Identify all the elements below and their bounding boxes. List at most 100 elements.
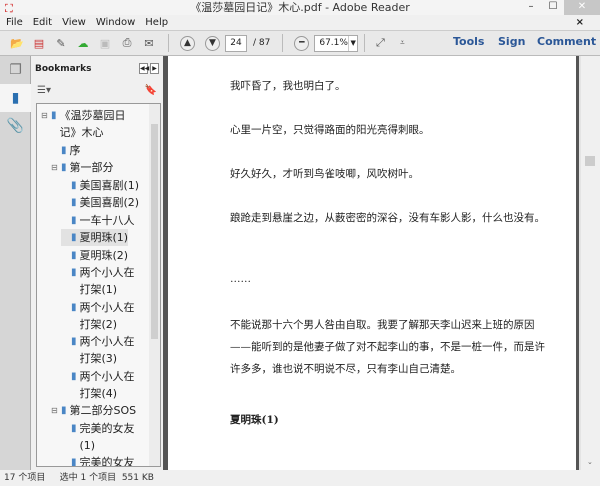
bookmark-label-line: 打架(1) bbox=[79, 283, 118, 296]
file-size: 551 KB bbox=[121, 473, 154, 483]
bookmarks-icon[interactable]: ▮ bbox=[0, 84, 31, 112]
bookmark-label: 完美的女友 (1) bbox=[80, 420, 135, 454]
expand-panel-icon[interactable]: ▶ bbox=[150, 63, 159, 74]
cloud-upload-icon[interactable]: ☁ bbox=[74, 34, 92, 52]
bookmark-item[interactable]: ▮ 序 bbox=[51, 142, 81, 159]
expand-toggle-icon bbox=[61, 229, 69, 246]
comment-button[interactable]: Comment bbox=[537, 35, 596, 48]
delete-bookmark-icon[interactable]: 🔖 bbox=[145, 85, 157, 96]
attachments-icon[interactable]: 📎 bbox=[0, 112, 31, 140]
menu-window[interactable]: Window bbox=[96, 15, 135, 30]
customize-toolbar-icon[interactable]: ⩡ bbox=[393, 34, 411, 52]
close-document-button[interactable]: × bbox=[576, 15, 584, 30]
bookmark-label-line: (1) bbox=[79, 438, 96, 452]
bookmark-label: 第一部分 bbox=[70, 159, 114, 176]
minimize-button[interactable]: – bbox=[520, 0, 542, 15]
page-number-input[interactable]: 24 bbox=[225, 34, 247, 52]
zoom-out-icon[interactable]: ━ bbox=[294, 35, 310, 51]
bookmark-item[interactable]: ▮ 两个小人在 打架(1) bbox=[61, 264, 135, 298]
navigation-pane: ❐ ▮ 📎 bbox=[0, 56, 31, 470]
pages-icon[interactable]: ❐ bbox=[0, 56, 31, 84]
title-bar: ⛶ 《温莎墓园日记》木心.pdf - Adobe Reader – ☐ ✕ bbox=[0, 0, 600, 15]
toolbar: 📂 ▤ ✎ ☁ ▣ ⎙ ✉ ▲ ▼ 24 / 87 ━ 67.1% ▼ ⤢ ⩡ T… bbox=[0, 30, 600, 56]
tools-button[interactable]: Tools bbox=[453, 35, 484, 48]
full-screen-icon[interactable]: ⤢ bbox=[371, 34, 389, 52]
menu-file[interactable]: File bbox=[6, 15, 23, 30]
bookmark-label-line: 两个小人在 bbox=[79, 369, 135, 383]
bookmark-item[interactable]: ⊟ ▮ 第二部分SOS bbox=[51, 402, 136, 419]
save-icon[interactable]: ▣ bbox=[96, 34, 114, 52]
bookmark-item[interactable]: ⊟ ▮ 第一部分 bbox=[51, 159, 114, 176]
edit-icon[interactable]: ✎ bbox=[52, 34, 70, 52]
bookmark-icon: ▮ bbox=[71, 197, 77, 208]
paragraph: 踉跄走到悬崖之边，从薮密密的深谷，没有车影人影，什么也没有。 bbox=[230, 212, 545, 224]
bookmark-item[interactable]: ▮ 美国喜剧(1) bbox=[61, 177, 139, 194]
bookmark-label-line: 打架(3) bbox=[79, 352, 118, 365]
bookmark-label: 《温莎墓园日 记》木心 bbox=[60, 107, 126, 141]
menu-view[interactable]: View bbox=[62, 15, 86, 30]
expand-toggle-icon bbox=[61, 212, 69, 229]
email-icon[interactable]: ✉ bbox=[140, 34, 158, 52]
maximize-button[interactable]: ☐ bbox=[542, 0, 564, 15]
expand-toggle-icon bbox=[61, 264, 69, 298]
paragraph: 好久好久，才听到鸟雀吱唧，风吹树叶。 bbox=[230, 168, 419, 180]
bookmark-icon: ▮ bbox=[71, 370, 77, 382]
bookmark-item[interactable]: ▮完美的女友(2) bbox=[61, 454, 135, 467]
bookmark-label-line: 序 bbox=[69, 143, 81, 157]
bookmark-label-line: 两个小人在 bbox=[79, 335, 135, 348]
bookmark-label-line: 打架(2) bbox=[79, 317, 118, 331]
expand-toggle-icon[interactable]: ⊟ bbox=[41, 107, 49, 141]
bookmark-item[interactable]: ▮ 夏明珠(1) bbox=[61, 229, 129, 246]
bookmark-label-line: 第一部分 bbox=[69, 161, 114, 174]
sign-button[interactable]: Sign bbox=[498, 35, 525, 48]
expand-toggle-icon bbox=[51, 142, 59, 159]
adobe-reader-icon: ⛶ bbox=[5, 2, 13, 15]
page-total: / 87 bbox=[253, 38, 271, 48]
bookmark-item[interactable]: ▮ 夏明珠(2) bbox=[61, 247, 128, 264]
open-icon[interactable]: 📂 bbox=[8, 34, 26, 52]
bookmark-item[interactable]: ▮ 两个小人在 打架(3) bbox=[61, 333, 135, 367]
close-button[interactable]: ✕ bbox=[564, 0, 600, 15]
bookmarks-panel: Bookmarks ◀◀ ▶ ☰▾ 🔖 ⊟ ▮ 《温莎墓园日 记》木心 ▮ 序 ⊟ ▮ 第一部分 ▮… bbox=[31, 56, 163, 470]
bookmark-item[interactable]: ▮ 两个小人在 打架(2) bbox=[61, 299, 135, 333]
options-menu-icon[interactable]: ☰▾ bbox=[37, 85, 51, 96]
bookmark-icon: ▮ bbox=[51, 110, 57, 121]
next-page-icon[interactable]: ▼ bbox=[205, 35, 220, 51]
bookmark-icon: ▮ bbox=[61, 144, 67, 156]
bookmark-item[interactable]: ▮ 两个小人在 打架(4) bbox=[61, 368, 135, 402]
expand-toggle-icon bbox=[61, 454, 69, 466]
expand-toggle-icon[interactable]: ⊟ bbox=[51, 402, 59, 419]
previous-page-icon[interactable]: ▲ bbox=[180, 35, 195, 51]
bookmark-icon: ▮ bbox=[71, 249, 77, 261]
menu-help[interactable]: Help bbox=[145, 15, 168, 30]
bookmark-label: 一车十八人 bbox=[80, 212, 135, 229]
paragraph: …… bbox=[230, 273, 251, 285]
paragraph: 不能说那十六个男人咎由自取。我要了解那天李山迟来上班的原因——能听到的是他妻子做… bbox=[230, 319, 545, 375]
expand-toggle-icon[interactable]: ⊟ bbox=[51, 159, 59, 176]
expand-toggle-icon bbox=[61, 368, 69, 402]
bookmark-item[interactable]: ▮ 一车十八人 bbox=[61, 212, 135, 229]
bookmark-tree: ⊟ ▮ 《温莎墓园日 记》木心 ▮ 序 ⊟ ▮ 第一部分 ▮ 美国喜剧(1) ▮ 美国喜剧(2) ▮ 一车十… bbox=[36, 103, 161, 467]
chevron-down-icon[interactable]: ▼ bbox=[347, 35, 357, 51]
scrollbar-thumb[interactable] bbox=[151, 124, 158, 339]
create-pdf-icon[interactable]: ▤ bbox=[30, 34, 48, 52]
bookmark-item[interactable]: ▮ 完美的女友 (1) bbox=[61, 420, 135, 454]
document-scrollbar[interactable]: ⌄ bbox=[581, 56, 600, 470]
print-icon[interactable]: ⎙ bbox=[118, 34, 136, 52]
bookmark-item[interactable]: ⊟ ▮ 《温莎墓园日 记》木心 bbox=[41, 107, 126, 141]
menu-edit[interactable]: Edit bbox=[33, 15, 52, 30]
collapse-panel-icon[interactable]: ◀◀ bbox=[139, 63, 149, 74]
bookmark-label: 第二部分SOS bbox=[70, 402, 137, 419]
scroll-down-icon[interactable]: ⌄ bbox=[587, 458, 593, 466]
pdf-page: 我吓昏了，我也明白了。 心里一片空，只觉得路面的阳光亮得刺眼。 好久好久，才听到… bbox=[168, 56, 579, 470]
bookmark-icon: ▮ bbox=[71, 422, 77, 434]
zoom-select[interactable]: 67.1% ▼ bbox=[314, 34, 359, 52]
bookmark-item[interactable]: ▮ 美国喜剧(2) bbox=[61, 194, 139, 211]
paragraph: 心里一片空，只觉得路面的阳光亮得刺眼。 bbox=[230, 124, 430, 136]
bookmark-icon: ▮ bbox=[71, 457, 77, 467]
bookmark-label: 两个小人在 打架(2) bbox=[80, 299, 135, 333]
scrollbar-thumb[interactable] bbox=[585, 156, 595, 166]
tree-scrollbar[interactable] bbox=[149, 104, 160, 466]
bookmark-label-line: 一车十八人 bbox=[79, 213, 135, 227]
bookmark-label: 夏明珠(1) bbox=[80, 229, 129, 246]
